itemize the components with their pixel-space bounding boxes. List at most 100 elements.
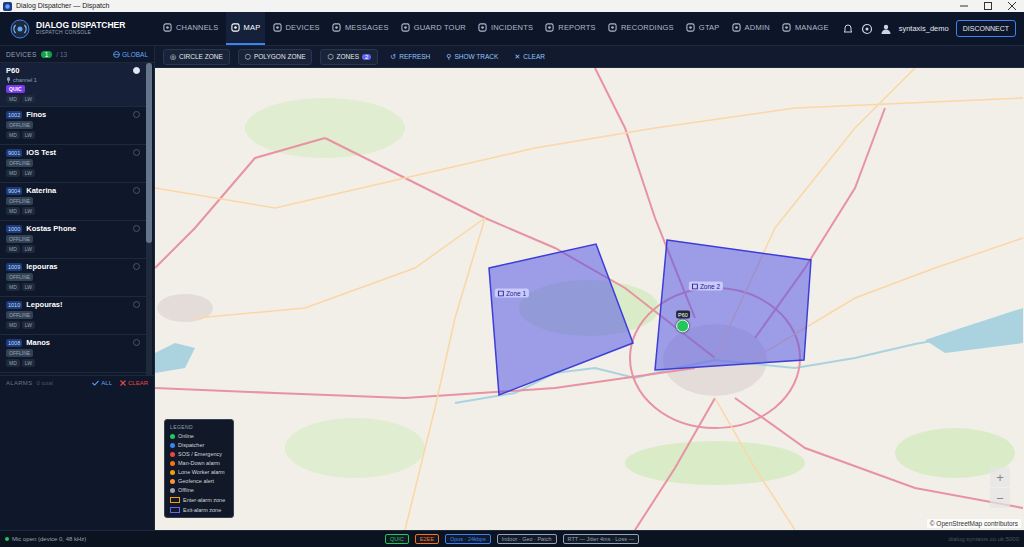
scope-toggle[interactable]: GLOBAL — [113, 51, 148, 58]
toolbar-link[interactable]: ✕CLEAR — [510, 53, 549, 61]
status-badge: RTT — Jitter 4ms · Loss — — [563, 534, 639, 544]
total-count: / 13 — [56, 51, 67, 58]
alarms-header: ALARMS 0 total ALL CLEAR — [0, 376, 154, 390]
close-icon[interactable] — [1000, 0, 1024, 12]
device-tag: MD — [6, 131, 20, 139]
device-item[interactable]: 1002 Finos OFFLINE MDLW — [0, 107, 146, 145]
device-tag: MD — [6, 359, 20, 367]
minimize-icon[interactable] — [952, 0, 976, 12]
sidebar: DEVICES 1 / 13 GLOBAL P60 channel 1 QUIC… — [0, 46, 155, 530]
toolbar-link[interactable]: ⚲SHOW TRACK — [442, 53, 502, 61]
toolbar-button[interactable]: ⬡ZONES 2 — [320, 49, 378, 65]
map-canvas[interactable]: Zone 1 Zone 2 P60 LEGEND Online Dispatch… — [155, 68, 1024, 530]
settings-icon[interactable] — [861, 23, 873, 35]
devices-header: DEVICES 1 / 13 GLOBAL — [0, 46, 154, 63]
device-tag: LW — [22, 131, 35, 139]
brand: DIALOG DISPATCHER DISPATCH CONSOLE — [10, 19, 150, 39]
status-badge: Indoor · Geo · Patch — [497, 534, 557, 544]
device-status: OFFLINE — [6, 349, 33, 357]
alarms-title: ALARMS — [6, 380, 32, 386]
device-status: QUIC — [6, 85, 25, 93]
device-select-dot[interactable] — [133, 301, 140, 308]
legend-dot — [170, 452, 175, 457]
device-name: P60 — [6, 66, 19, 75]
channel-icon — [6, 77, 11, 83]
globe-icon — [113, 51, 120, 58]
mic-dot — [5, 537, 9, 541]
status-badge: QUIC — [385, 534, 409, 544]
nav-tab[interactable]: MESSAGES — [327, 12, 394, 45]
device-id: 1008 — [6, 339, 22, 347]
device-select-dot[interactable] — [133, 263, 140, 270]
tab-icon — [273, 23, 282, 32]
device-item[interactable]: 9001 iOS Test OFFLINE MDLW — [0, 145, 146, 183]
alarms-clear-button[interactable]: CLEAR — [120, 380, 148, 386]
nav-tab[interactable]: CHANNELS — [158, 12, 223, 45]
device-item[interactable]: 9004 Katerina OFFLINE MDLW — [0, 183, 146, 221]
tab-icon — [478, 23, 487, 32]
tab-icon — [163, 23, 172, 32]
logo-icon — [10, 19, 30, 39]
legend-item: Offline — [170, 487, 228, 493]
device-tag: MD — [6, 169, 20, 177]
nav-tab[interactable]: GTAP — [681, 12, 725, 45]
nav-tab[interactable]: MANAGE — [777, 12, 834, 45]
device-item[interactable]: P60 channel 1 QUIC MDLW — [0, 63, 146, 107]
tab-icon — [608, 23, 617, 32]
zone-label[interactable]: Zone 1 — [495, 289, 529, 298]
device-tag: LW — [22, 95, 35, 103]
maximize-icon[interactable] — [976, 0, 1000, 12]
device-item[interactable]: 1009 lepouras OFFLINE MDLW — [0, 259, 146, 297]
zone-polygon[interactable] — [489, 244, 633, 395]
device-select-dot[interactable] — [133, 187, 140, 194]
toolbar-button[interactable]: ◎CIRCLE ZONE — [163, 49, 230, 65]
zoom-button[interactable]: − — [990, 488, 1010, 508]
nav-tab[interactable]: ADMIN — [727, 12, 775, 45]
app-window: Dialog Dispatcher — Dispatch DIALOG DISP… — [0, 0, 1024, 547]
nav-tab[interactable]: INCIDENTS — [473, 12, 538, 45]
tab-icon — [545, 23, 554, 32]
device-select-dot[interactable] — [133, 225, 140, 232]
toolbar-button[interactable]: ⬡POLYGON ZONE — [238, 49, 313, 65]
zone-polygon[interactable] — [655, 240, 811, 370]
device-select-dot[interactable] — [133, 111, 140, 118]
device-item[interactable]: 1008 Manos OFFLINE MDLW — [0, 335, 146, 373]
device-status: OFFLINE — [6, 235, 33, 243]
device-select-dot[interactable] — [133, 149, 140, 156]
legend-dot — [170, 470, 175, 475]
device-id: 1010 — [6, 301, 22, 309]
nav-tab[interactable]: RECORDINGS — [603, 12, 679, 45]
brand-title: DIALOG DISPATCHER — [36, 21, 125, 30]
device-marker[interactable]: P60 — [676, 311, 690, 333]
map-attribution[interactable]: © OpenStreetMap contributors — [927, 519, 1021, 528]
device-tag: MD — [6, 95, 20, 103]
server-address: dialog.syntaxis.co.uk:5000 — [949, 536, 1019, 542]
device-tag: LW — [22, 283, 35, 291]
toolbar-link[interactable]: ↺REFRESH — [386, 53, 434, 61]
device-select-dot[interactable] — [133, 67, 140, 74]
nav-tab[interactable]: DEVICES — [268, 12, 325, 45]
scrollbar[interactable] — [146, 63, 152, 375]
device-tag: LW — [22, 359, 35, 367]
device-status: OFFLINE — [6, 273, 33, 281]
scrollbar-thumb[interactable] — [146, 63, 152, 243]
zone-label[interactable]: Zone 2 — [689, 282, 723, 291]
legend-item: Enter-alarm zone — [170, 497, 228, 503]
alarms-all-button[interactable]: ALL — [92, 380, 112, 386]
disconnect-button[interactable]: DISCONNECT — [956, 20, 1016, 37]
device-item[interactable]: 1000 Kostas Phone OFFLINE MDLW — [0, 221, 146, 259]
device-id: 1000 — [6, 225, 22, 233]
notification-icon[interactable] — [842, 23, 854, 35]
nav-tab[interactable]: REPORTS — [540, 12, 601, 45]
zoom-button[interactable]: + — [990, 467, 1010, 487]
nav-tab[interactable]: GUARD TOUR — [396, 12, 471, 45]
clear-icon — [120, 380, 126, 386]
nav-tabs: CHANNELS MAP DEVICES MESSAGES GUARD TOUR… — [158, 12, 834, 45]
device-item[interactable]: 1010 Lepouras! OFFLINE MDLW — [0, 297, 146, 335]
device-select-dot[interactable] — [133, 339, 140, 346]
device-name: Manos — [26, 338, 50, 347]
nav-tab[interactable]: MAP — [226, 12, 266, 45]
legend-item: Lone Worker alarm — [170, 469, 228, 475]
device-name: iOS Test — [26, 148, 56, 157]
status-bar: Mic open (device 0, 48 kHz) QUICE2EEOpus… — [0, 530, 1024, 547]
